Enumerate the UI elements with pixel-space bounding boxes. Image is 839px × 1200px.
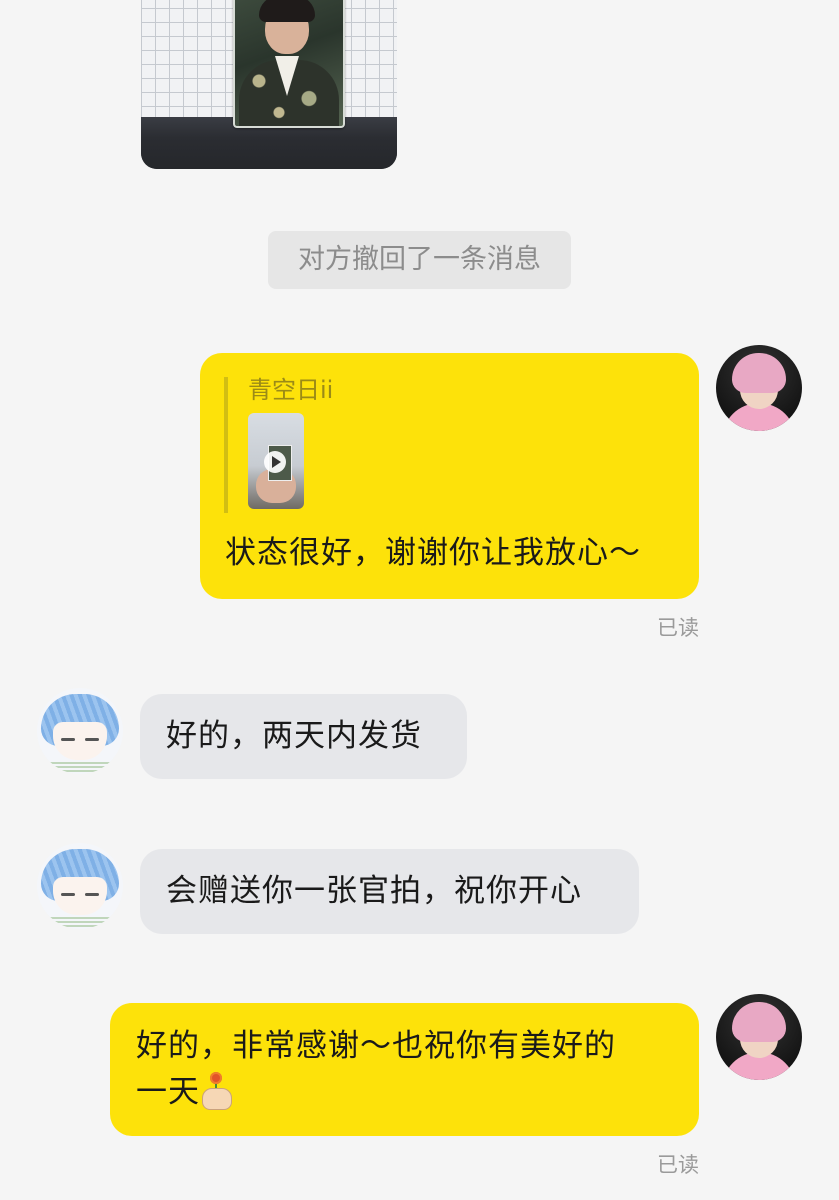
image-message[interactable] bbox=[141, 0, 397, 169]
read-receipt: 已读 bbox=[657, 616, 699, 640]
quoted-video-thumbnail[interactable] bbox=[248, 413, 304, 509]
photocard-hair bbox=[259, 0, 315, 22]
avatar-decoration bbox=[45, 915, 115, 927]
contact-avatar[interactable] bbox=[37, 843, 123, 929]
quoted-sender-name: 青空日ii bbox=[248, 376, 334, 404]
my-avatar[interactable] bbox=[716, 345, 802, 431]
avatar-eye bbox=[85, 893, 99, 896]
quoted-message[interactable]: 青空日ii bbox=[224, 376, 334, 513]
message-bubble-reply[interactable]: 青空日ii 状态很好，谢谢你让我放心～ bbox=[200, 353, 699, 599]
message-text: 会赠送你一张官拍，祝你开心 bbox=[166, 873, 582, 909]
message-text: 状态很好，谢谢你让我放心～ bbox=[225, 535, 641, 571]
message-bubble-outgoing[interactable]: 好的，非常感谢～也祝你有美好的 一天 bbox=[110, 1003, 699, 1136]
message-text-line: 好的，非常感谢～也祝你有美好的 bbox=[136, 1028, 616, 1064]
recall-notice: 对方撤回了一条消息 bbox=[268, 231, 571, 289]
avatar-hair bbox=[732, 353, 786, 393]
message-text-line-2: 一天 bbox=[136, 1069, 673, 1115]
avatar-eye bbox=[85, 738, 99, 741]
read-receipt: 已读 bbox=[657, 1153, 699, 1177]
avatar-face bbox=[53, 877, 107, 915]
contact-avatar[interactable] bbox=[37, 688, 123, 774]
avatar-decoration bbox=[45, 760, 115, 772]
play-icon bbox=[264, 451, 286, 473]
my-avatar[interactable] bbox=[716, 994, 802, 1080]
flower-in-hand-emoji-icon bbox=[200, 1072, 232, 1110]
avatar-face bbox=[53, 722, 107, 760]
message-text: 好的，两天内发货 bbox=[166, 718, 422, 754]
photocard-image bbox=[233, 0, 345, 128]
message-bubble-incoming[interactable]: 会赠送你一张官拍，祝你开心 bbox=[140, 849, 639, 934]
message-bubble-incoming[interactable]: 好的，两天内发货 bbox=[140, 694, 467, 779]
avatar-eye bbox=[61, 738, 75, 741]
avatar-hair bbox=[732, 1002, 786, 1042]
message-text-segment: 一天 bbox=[136, 1074, 200, 1110]
avatar-eye bbox=[61, 893, 75, 896]
